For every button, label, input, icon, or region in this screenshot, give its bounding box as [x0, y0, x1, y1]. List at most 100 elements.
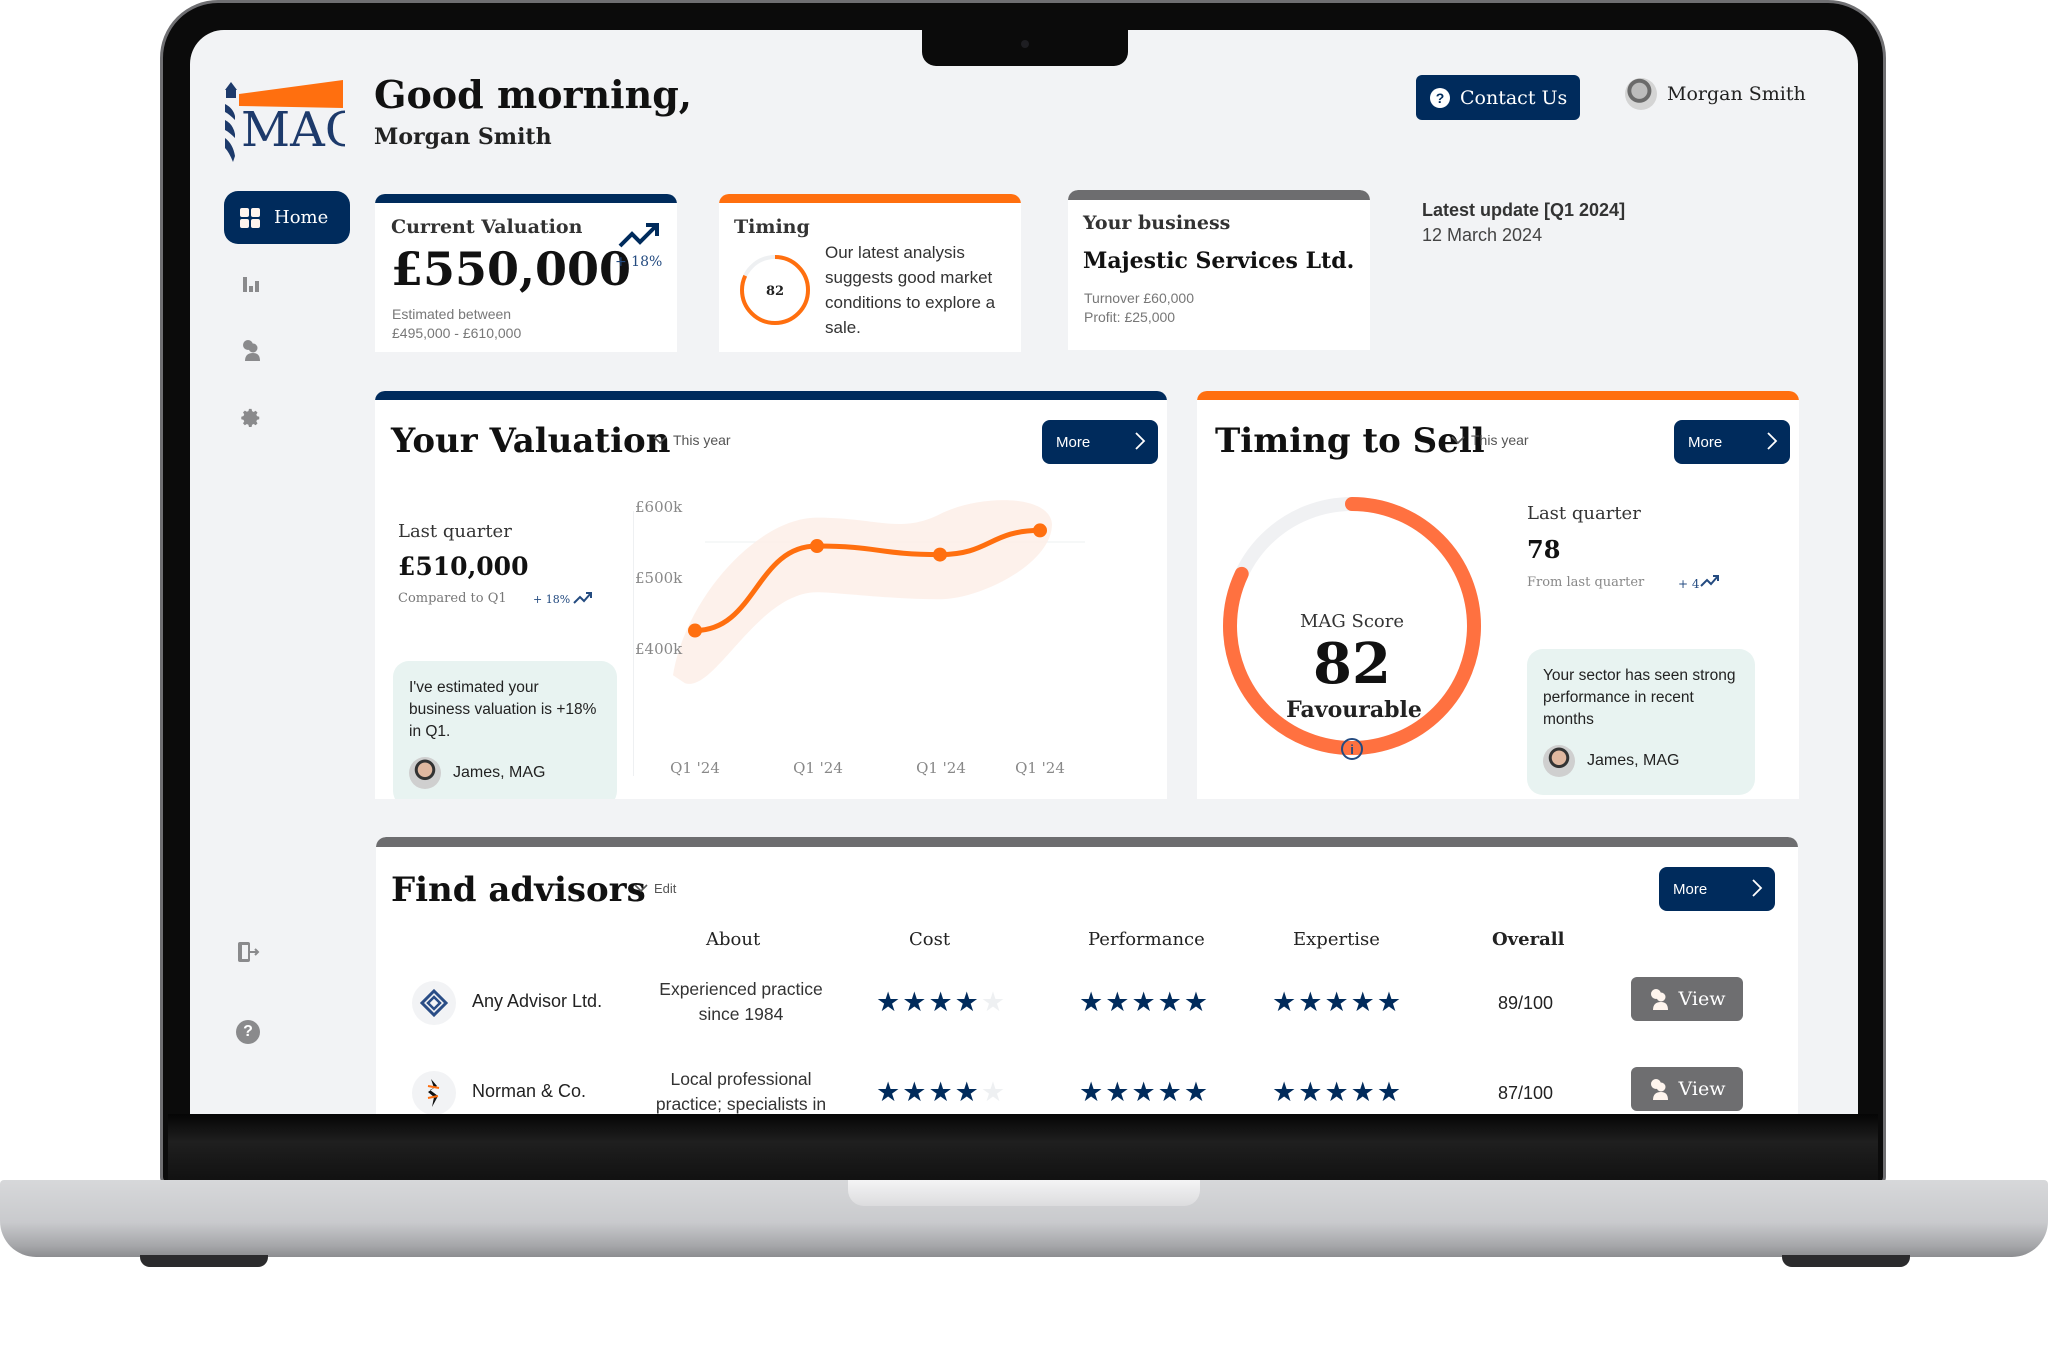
chevron-down-icon	[653, 435, 667, 444]
timing-score-ring: 82	[740, 255, 810, 325]
valuation-more-button[interactable]: More	[1042, 420, 1158, 464]
star-filled-icon: ★	[928, 987, 953, 1017]
expertise-rating: ★ ★ ★ ★ ★	[1272, 1079, 1401, 1106]
mag-score-rating: Favourable	[1286, 697, 1422, 723]
star-filled-icon: ★	[876, 1077, 901, 1107]
advisor-name: Any Advisor Ltd.	[472, 991, 603, 1011]
greeting-heading: Good morning,	[374, 72, 693, 117]
bar-chart-icon	[243, 277, 259, 292]
chevron-down-icon	[634, 884, 648, 893]
x-tick-label: Q1 '24	[670, 759, 720, 777]
chevron-right-icon	[1752, 879, 1763, 897]
svg-text:MAG: MAG	[241, 102, 345, 158]
users-icon	[1650, 989, 1668, 1010]
lightning-logo-icon	[427, 1079, 440, 1107]
panel-accent-bar	[376, 837, 1798, 847]
laptop-foot	[1782, 1255, 1910, 1267]
business-profit: Profit: £25,000	[1084, 309, 1176, 325]
diamond-logo-icon	[420, 989, 448, 1017]
advisor-note: I've estimated your business valuation i…	[393, 661, 617, 799]
app-screen: MAG Good morning, Morgan Smith ? Contact…	[190, 30, 1858, 1114]
sidebar-item-analytics[interactable]	[237, 270, 265, 298]
sidebar-item-home[interactable]: Home	[224, 191, 350, 244]
star-filled-icon: ★	[902, 1077, 927, 1107]
star-filled-icon: ★	[954, 987, 979, 1017]
confidence-band	[673, 500, 1052, 684]
panel-title: Your Valuation	[391, 421, 671, 461]
star-filled-icon: ★	[1105, 1077, 1130, 1107]
advisor-logo	[412, 1071, 456, 1114]
advisor-name: Norman & Co.	[472, 1081, 587, 1101]
star-filled-icon: ★	[1272, 1077, 1297, 1107]
logout-button[interactable]	[235, 938, 263, 966]
advisor-about: Local professional practice; specialists…	[655, 1069, 827, 1114]
range-label: Estimated between	[392, 306, 512, 322]
latest-update-date: 12 March 2024	[1422, 225, 1543, 245]
star-filled-icon: ★	[1105, 987, 1130, 1017]
profile-menu[interactable]: Morgan Smith	[1625, 78, 1806, 110]
advisor-note-text: I've estimated your business valuation i…	[409, 679, 597, 740]
edit-label: Edit	[654, 881, 677, 896]
sidebar-item-advisors[interactable]	[237, 336, 265, 364]
grid-icon	[240, 207, 260, 228]
current-valuation-card[interactable]: Current Valuation £550,000 + 18% Estimat…	[375, 194, 677, 352]
expertise-rating: ★ ★ ★ ★ ★	[1272, 989, 1401, 1016]
view-advisor-button[interactable]: View	[1631, 977, 1743, 1021]
camera-icon	[1021, 40, 1029, 48]
performance-rating: ★ ★ ★ ★ ★	[1079, 989, 1208, 1016]
advisor-avatar	[1543, 745, 1575, 777]
info-icon[interactable]: i	[1341, 738, 1363, 760]
trend-up-icon	[1700, 575, 1719, 587]
period-dropdown[interactable]: This year	[1451, 432, 1529, 448]
card-accent-bar	[1068, 190, 1370, 200]
y-tick-label: £500k	[635, 569, 683, 587]
cost-rating: ★ ★ ★ ★ ★	[876, 989, 1005, 1016]
valuation-line-chart: £600k £500k £400k Q1 '24 Q1 '24 Q1 '24 Q1 '24	[635, 498, 1085, 777]
star-filled-icon: ★	[1298, 1077, 1323, 1107]
data-point[interactable]	[688, 623, 702, 638]
greeting-user-name: Morgan Smith	[374, 124, 552, 150]
valuation-range: £495,000 - £610,000	[392, 325, 522, 341]
edit-dropdown[interactable]: Edit	[634, 881, 676, 896]
help-button[interactable]: ?	[234, 1018, 262, 1046]
period-dropdown[interactable]: This year	[653, 432, 731, 448]
more-label: More	[1673, 880, 1708, 898]
card-accent-bar	[719, 194, 1021, 203]
x-tick-label: Q1 '24	[916, 759, 966, 777]
sidebar-item-settings[interactable]	[237, 404, 265, 432]
profile-name: Morgan Smith	[1667, 83, 1806, 105]
column-header-about: About	[706, 929, 761, 950]
cost-rating: ★ ★ ★ ★ ★	[876, 1079, 1005, 1106]
star-filled-icon: ★	[1183, 987, 1209, 1017]
table-row: Norman & Co. Local professional practice…	[376, 1057, 1798, 1114]
advisor-note-text: Your sector has seen strong performance …	[1543, 667, 1736, 728]
contact-us-label: Contact Us	[1460, 86, 1568, 109]
your-business-card[interactable]: Your business Majestic Services Ltd. Tur…	[1068, 190, 1370, 350]
timing-more-button[interactable]: More	[1674, 420, 1790, 464]
data-point[interactable]	[933, 547, 947, 562]
trend-up-icon	[573, 592, 592, 604]
contact-us-button[interactable]: ? Contact Us	[1416, 75, 1580, 120]
chevron-down-icon	[1451, 435, 1465, 444]
divider	[633, 511, 634, 776]
data-point[interactable]	[1033, 523, 1047, 538]
star-filled-icon: ★	[1157, 987, 1182, 1017]
data-point[interactable]	[810, 539, 824, 554]
table-row: Any Advisor Ltd. Experienced practice si…	[376, 967, 1798, 1037]
advisor-avatar	[409, 757, 441, 789]
star-filled-icon: ★	[1324, 1077, 1349, 1107]
star-filled-icon: ★	[876, 987, 901, 1017]
timing-card[interactable]: Timing 82 Our latest analysis suggests g…	[719, 194, 1021, 352]
valuation-change: + 18%	[615, 254, 663, 270]
current-valuation-value: £550,000	[391, 242, 632, 296]
panel-title: Timing to Sell	[1215, 421, 1485, 461]
advisors-more-button[interactable]: More	[1659, 867, 1775, 911]
last-quarter-label: Last quarter	[1527, 503, 1641, 524]
card-title: Current Valuation	[391, 216, 583, 238]
mag-score-label: MAG Score	[1299, 611, 1405, 632]
find-advisors-panel: Find advisors Edit More About Cost Perfo…	[376, 837, 1798, 1114]
view-label: View	[1678, 988, 1726, 1010]
star-filled-icon: ★	[1131, 1077, 1156, 1107]
star-filled-icon: ★	[1183, 1077, 1209, 1107]
view-advisor-button[interactable]: View	[1631, 1067, 1743, 1111]
